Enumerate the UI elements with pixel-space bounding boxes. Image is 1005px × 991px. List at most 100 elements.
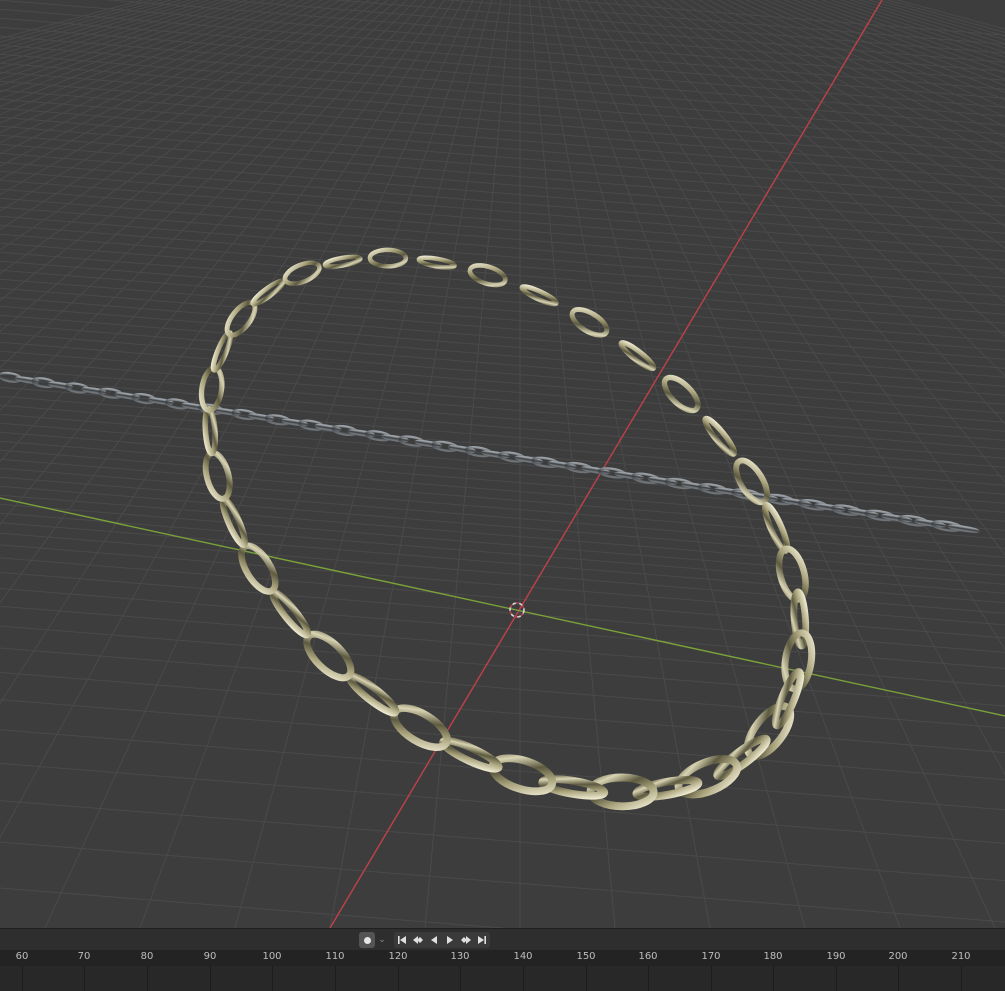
tick-line xyxy=(773,966,774,991)
grid-line xyxy=(0,170,1005,252)
chain-loop-link xyxy=(282,260,322,286)
keyframe-track-area[interactable] xyxy=(0,966,1005,991)
grid-line xyxy=(0,729,1005,811)
tick-line xyxy=(147,966,148,991)
grid-line xyxy=(0,0,145,40)
grid-line xyxy=(0,671,1005,753)
chain-loop-link xyxy=(661,374,701,414)
tick-line xyxy=(961,966,962,991)
grid-line xyxy=(0,53,1005,135)
frame-label-70: 70 xyxy=(77,951,91,962)
frame-label-100: 100 xyxy=(262,951,282,962)
tick-line xyxy=(523,966,524,991)
grid-line xyxy=(0,8,1005,90)
frame-label-190: 190 xyxy=(826,951,846,962)
grid-line xyxy=(0,0,163,47)
record-dot-icon[interactable] xyxy=(359,932,375,948)
chain-loop-link xyxy=(416,255,457,270)
tick-line xyxy=(272,966,273,991)
grid-line xyxy=(839,0,1005,53)
y-axis-line xyxy=(0,497,1005,717)
tick-line xyxy=(648,966,649,991)
grid-line xyxy=(44,0,474,928)
chain-loop-link xyxy=(238,542,279,595)
grid-line xyxy=(0,0,154,43)
grid-line xyxy=(0,0,210,70)
frame-ruler[interactable]: 60 70 80 90 100 110 120 130 140 150 160 … xyxy=(0,950,1005,966)
grid-line xyxy=(623,0,1005,377)
chain-loop-link xyxy=(761,501,791,554)
frame-label-150: 150 xyxy=(576,951,596,962)
grid-line xyxy=(0,323,1005,405)
grid-line xyxy=(0,350,1005,432)
grid-line xyxy=(0,278,1005,360)
grid-line xyxy=(0,422,1005,504)
grid-line xyxy=(0,152,1005,234)
blender-window: ⌄ 60 70 80 90 100 110 120 130 140 150 16… xyxy=(0,0,1005,991)
frame-label-180: 180 xyxy=(763,951,783,962)
grid-line xyxy=(0,368,1005,450)
grid-line xyxy=(0,62,1005,144)
grid-line xyxy=(0,0,182,55)
grid-line xyxy=(0,503,1005,585)
grid-line xyxy=(0,431,1005,513)
chevron-down-icon[interactable]: ⌄ xyxy=(376,932,388,948)
grid-line xyxy=(0,0,192,60)
grid-line xyxy=(0,341,1005,423)
grid-line xyxy=(0,647,1005,729)
grid-line xyxy=(0,26,1005,108)
frame-label-140: 140 xyxy=(513,951,533,962)
grid-line xyxy=(0,80,1005,162)
tick-line xyxy=(711,966,712,991)
grid-line xyxy=(0,512,1005,594)
frame-label-110: 110 xyxy=(325,951,345,962)
jump-to-end-icon[interactable] xyxy=(474,932,490,948)
frame-label-170: 170 xyxy=(701,951,721,962)
frame-label-130: 130 xyxy=(450,951,470,962)
jump-to-start-icon[interactable] xyxy=(394,932,410,948)
grid-line xyxy=(0,251,1005,333)
grid-line xyxy=(0,0,220,75)
grid-line xyxy=(0,314,1005,396)
grid-line xyxy=(0,404,1005,486)
grid-line xyxy=(0,544,1005,626)
play-icon[interactable] xyxy=(442,932,458,948)
tick-line xyxy=(84,966,85,991)
frame-label-60: 60 xyxy=(15,951,29,962)
grid-line xyxy=(848,0,1005,49)
grid-line xyxy=(0,224,1005,306)
grid-line xyxy=(0,161,1005,243)
grid-line xyxy=(632,0,1005,337)
tick-line xyxy=(898,966,899,991)
grid-line xyxy=(0,179,1005,261)
grid-line xyxy=(0,44,1005,126)
chain-loop-link xyxy=(367,247,409,269)
3d-viewport[interactable] xyxy=(0,0,1005,928)
grid-line xyxy=(0,522,1005,604)
tick-line xyxy=(398,966,399,991)
frame-label-210: 210 xyxy=(951,951,971,962)
grid-line xyxy=(0,89,1005,171)
play-reverse-icon[interactable] xyxy=(426,932,442,948)
viewport-canvas[interactable] xyxy=(0,0,1005,928)
grid-line xyxy=(0,449,1005,531)
grid-line xyxy=(0,197,1005,279)
grid-line xyxy=(0,134,1005,216)
grid-line xyxy=(0,841,1005,923)
frame-label-90: 90 xyxy=(203,951,217,962)
chain-loop-link xyxy=(488,754,557,796)
tick-line xyxy=(22,966,23,991)
grid-line xyxy=(0,458,1005,540)
grid-line xyxy=(0,557,1005,639)
chain-loop-link xyxy=(467,263,508,288)
grid-line xyxy=(0,296,1005,378)
grid-line xyxy=(0,125,1005,207)
grid-line xyxy=(329,0,502,928)
jump-to-prev-keyframe-icon[interactable] xyxy=(410,932,426,948)
tick-line xyxy=(335,966,336,991)
grid-line xyxy=(0,188,1005,270)
grid-line xyxy=(0,485,1005,567)
jump-to-next-keyframe-icon[interactable] xyxy=(458,932,474,948)
tick-line xyxy=(836,966,837,991)
frame-label-120: 120 xyxy=(388,951,408,962)
